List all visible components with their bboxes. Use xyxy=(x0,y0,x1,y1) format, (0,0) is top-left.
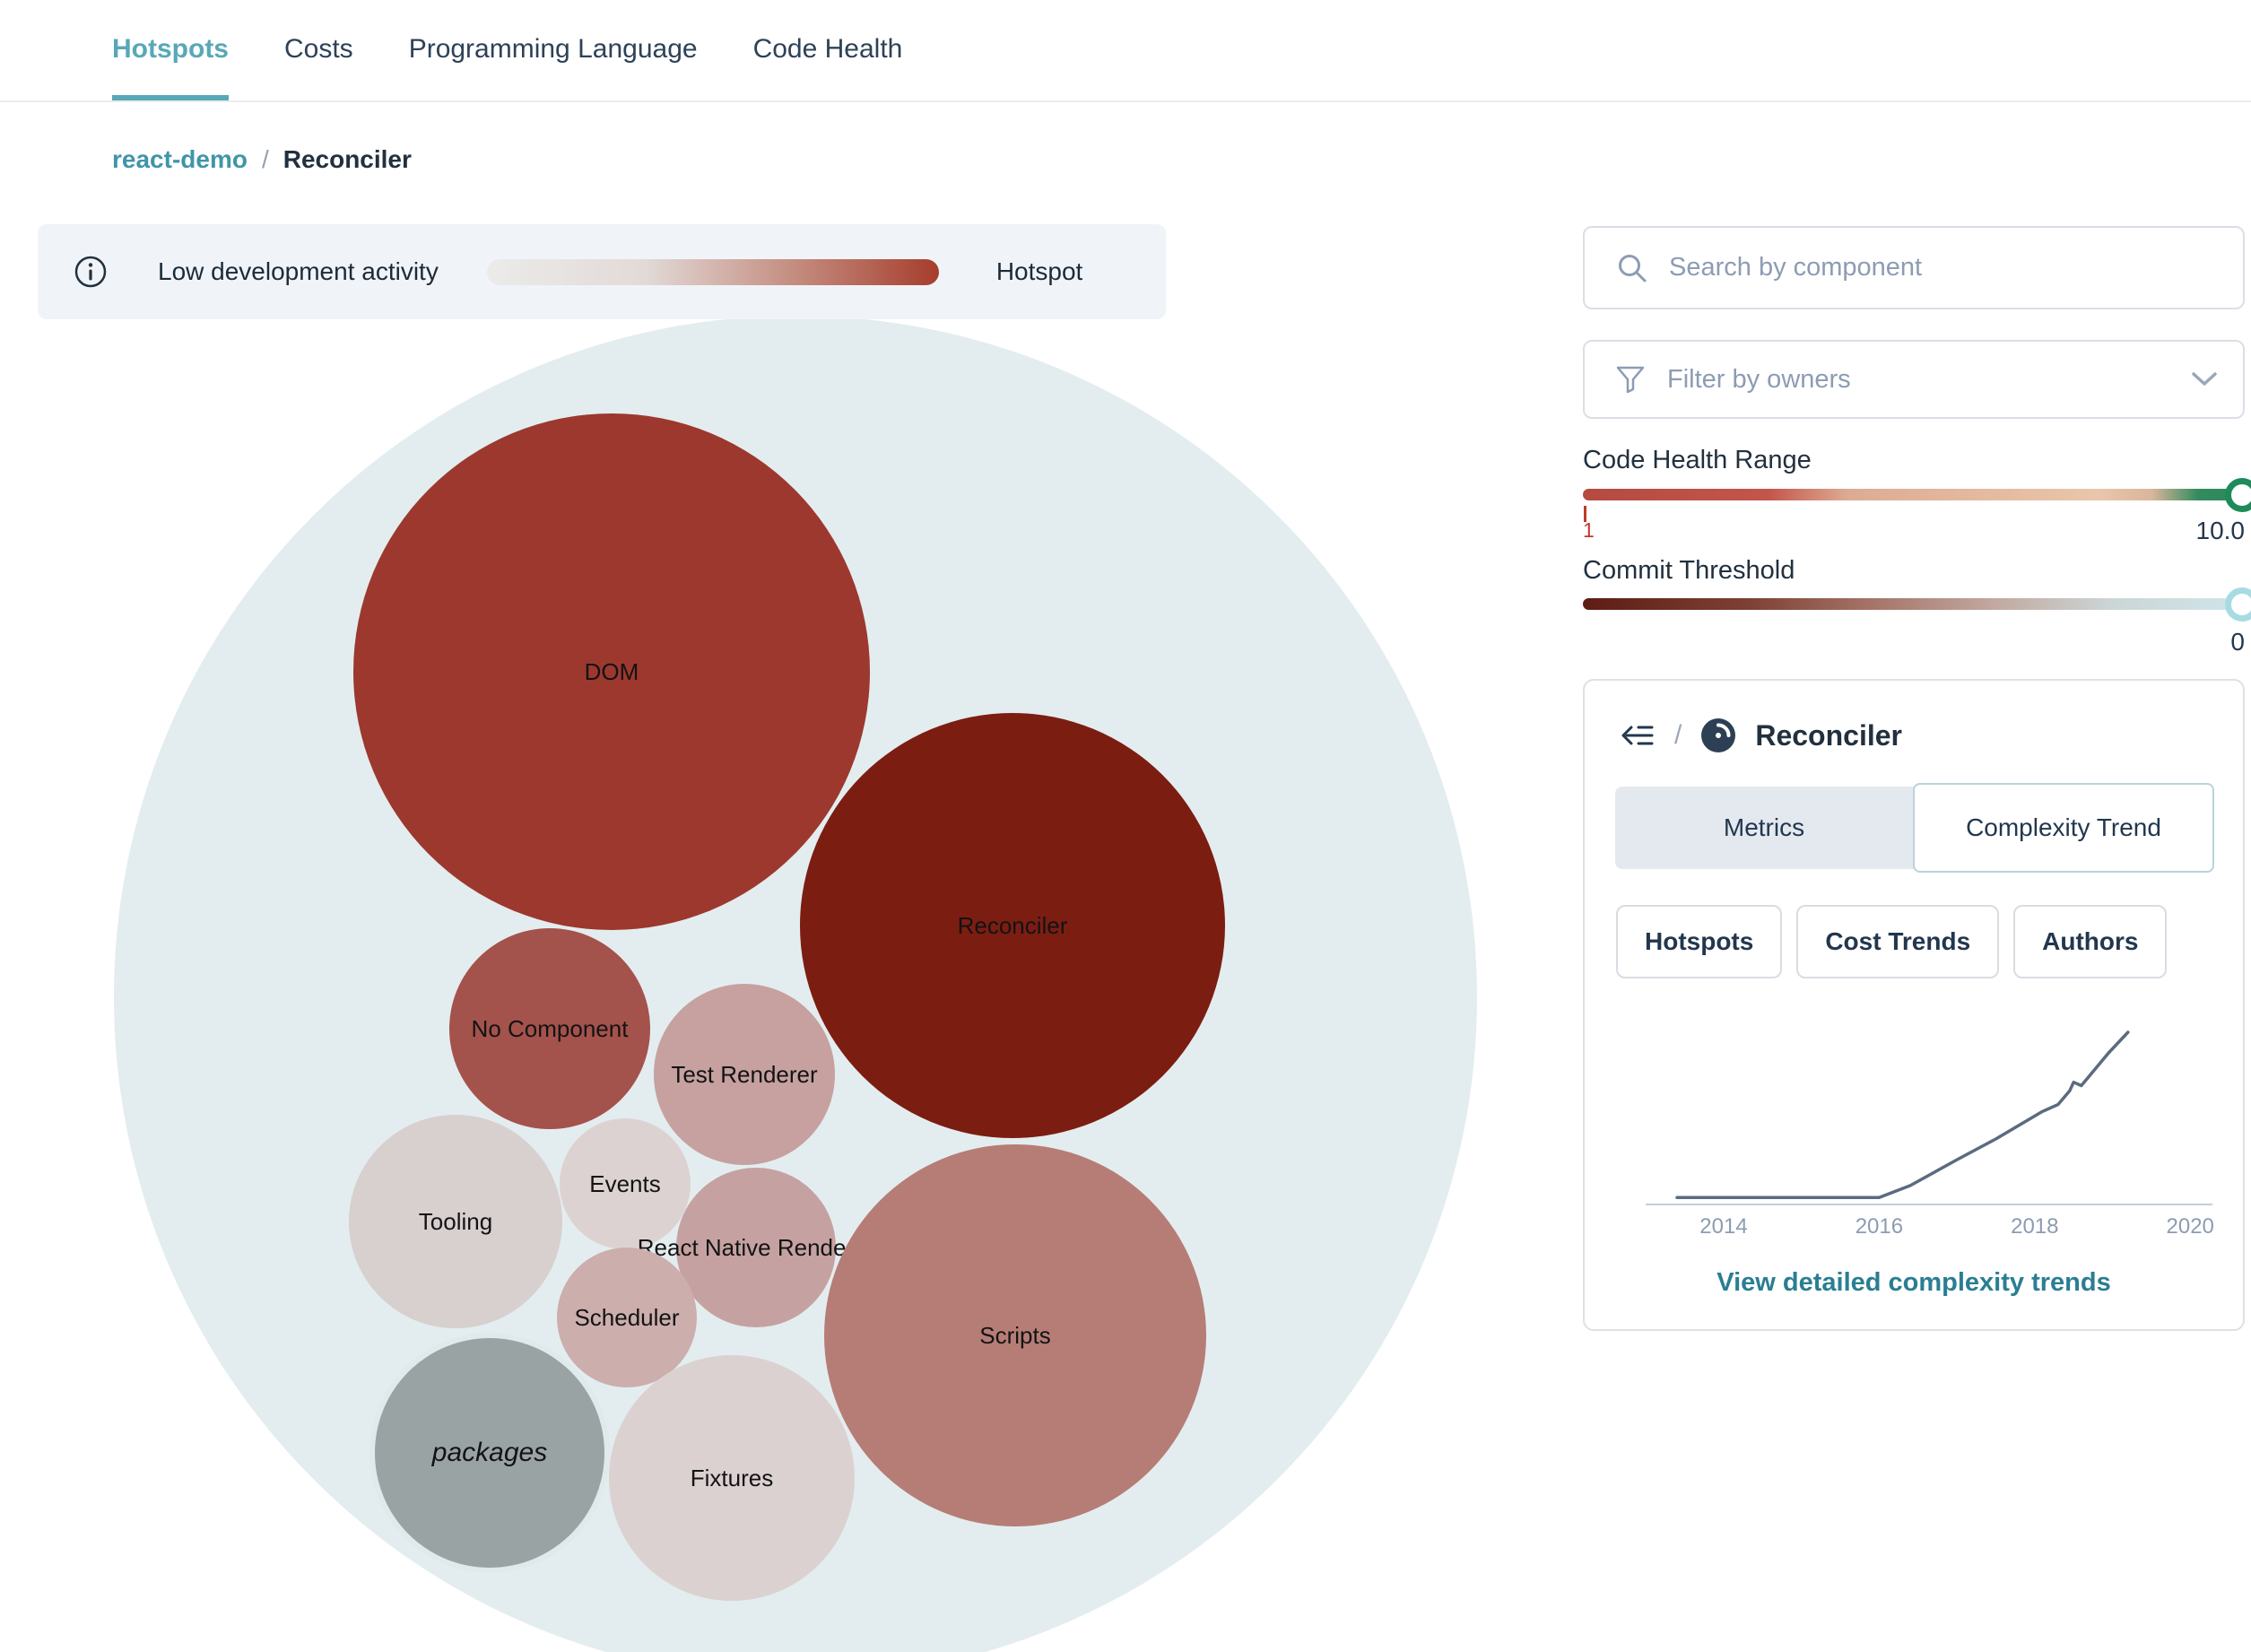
owner-filter-dropdown[interactable]: Filter by owners xyxy=(1583,340,2245,419)
detail-card-header: / Reconciler xyxy=(1619,717,1902,754)
view-complexity-trends-link[interactable]: View detailed complexity trends xyxy=(1585,1268,2243,1298)
detail-action-hotspots[interactable]: Hotspots xyxy=(1616,905,1783,978)
detail-tab-complexity-trend[interactable]: Complexity Trend xyxy=(1913,783,2214,873)
search-input[interactable] xyxy=(1669,253,2225,283)
bubble-test-renderer[interactable]: Test Renderer xyxy=(654,984,835,1165)
bubble-label: Fixtures xyxy=(690,1464,774,1491)
legend-gradient-bar xyxy=(486,258,939,285)
filter-label: Filter by owners xyxy=(1667,364,1851,394)
hotspot-legend: Low development activity Hotspot xyxy=(38,224,1166,319)
bubble-label: Reconciler xyxy=(957,911,1068,939)
detail-action-authors[interactable]: Authors xyxy=(2013,905,2168,978)
detail-action-cost-trends[interactable]: Cost Trends xyxy=(1796,905,2000,978)
bubble-no-component[interactable]: No Component xyxy=(449,928,650,1129)
bubble-label: Test Renderer xyxy=(671,1060,818,1088)
detail-card-title: Reconciler xyxy=(1755,718,1902,752)
top-nav: Hotspots Costs Programming Language Code He… xyxy=(0,0,2251,102)
detail-tab-metrics[interactable]: Metrics xyxy=(1615,787,1913,869)
commit-threshold-slider[interactable] xyxy=(1583,587,2251,622)
breadcrumb-separator: / xyxy=(261,145,269,173)
filter-funnel-icon xyxy=(1615,364,1646,395)
tab-code-health[interactable]: Code Health xyxy=(753,0,903,100)
tab-costs[interactable]: Costs xyxy=(284,0,353,100)
bubble-label: React Native Renderer xyxy=(637,1233,875,1261)
chevron-down-icon xyxy=(2191,371,2218,387)
bubble-label: Events xyxy=(589,1169,661,1197)
svg-text:2020: 2020 xyxy=(2167,1214,2214,1239)
bubble-label: DOM xyxy=(584,657,639,685)
bubble-scripts[interactable]: Scripts xyxy=(824,1144,1206,1526)
app-root: DOM Reconciler No Component Tooling Test Ren… xyxy=(0,0,2251,1652)
bubble-reconciler[interactable]: Reconciler xyxy=(800,713,1225,1138)
bubble-dom[interactable]: DOM xyxy=(353,413,870,930)
search-icon xyxy=(1615,251,1649,285)
detail-card-tabs: Metrics Complexity Trend xyxy=(1615,783,2214,873)
code-health-range-label: Code Health Range xyxy=(1583,446,1812,474)
complexity-trend-chart-container: 2014 2016 2018 2020 xyxy=(1585,999,2247,1259)
component-clock-icon xyxy=(1699,717,1737,754)
component-detail-card: / Reconciler Metrics Complexity Trend Hot… xyxy=(1583,679,2245,1331)
bubble-label: packages xyxy=(431,1438,548,1467)
bubble-label: No Component xyxy=(471,1014,629,1042)
collapse-back-icon[interactable] xyxy=(1619,721,1656,750)
bubble-label: Scripts xyxy=(979,1321,1051,1349)
bubble-fixtures[interactable]: Fixtures xyxy=(609,1355,855,1601)
breadcrumb-current: Reconciler xyxy=(282,145,412,173)
commit-threshold-value: 0 xyxy=(2230,628,2245,656)
info-icon[interactable] xyxy=(74,255,108,289)
svg-text:2016: 2016 xyxy=(1856,1214,1903,1239)
code-health-max-value: 10.0 xyxy=(2195,517,2246,544)
svg-text:2018: 2018 xyxy=(2011,1214,2058,1239)
legend-low-label: Low development activity xyxy=(158,257,439,285)
bubble-events[interactable]: Events xyxy=(560,1118,691,1249)
commit-threshold-label: Commit Threshold xyxy=(1583,556,1795,585)
bubble-tooling[interactable]: Tooling xyxy=(349,1115,562,1328)
breadcrumb-project-link[interactable]: react-demo xyxy=(112,145,248,174)
breadcrumb: react-demo / Reconciler xyxy=(112,145,412,174)
bubble-packages[interactable]: packages xyxy=(375,1338,604,1568)
detail-card-actions: Hotspots Cost Trends Authors xyxy=(1616,905,2168,978)
detail-card-separator: / xyxy=(1674,720,1682,750)
bubble-scheduler[interactable]: Scheduler xyxy=(557,1248,697,1387)
bubble-label: Scheduler xyxy=(574,1303,680,1331)
complexity-trend-chart: 2014 2016 2018 2020 xyxy=(1646,1030,2214,1239)
legend-high-label: Hotspot xyxy=(995,257,1083,285)
tab-hotspots[interactable]: Hotspots xyxy=(112,0,229,100)
code-health-range-slider[interactable] xyxy=(1583,477,2251,512)
tab-programming-language[interactable]: Programming Language xyxy=(409,0,698,100)
bubble-label: Tooling xyxy=(418,1207,493,1235)
svg-text:2014: 2014 xyxy=(1699,1214,1747,1239)
top-nav-tabs: Hotspots Costs Programming Language Code He… xyxy=(0,0,2251,100)
search-box xyxy=(1583,226,2245,309)
bubble-react-native-renderer[interactable]: React Native Renderer xyxy=(638,1168,874,1327)
code-health-min-value: 1 xyxy=(1583,518,1595,542)
